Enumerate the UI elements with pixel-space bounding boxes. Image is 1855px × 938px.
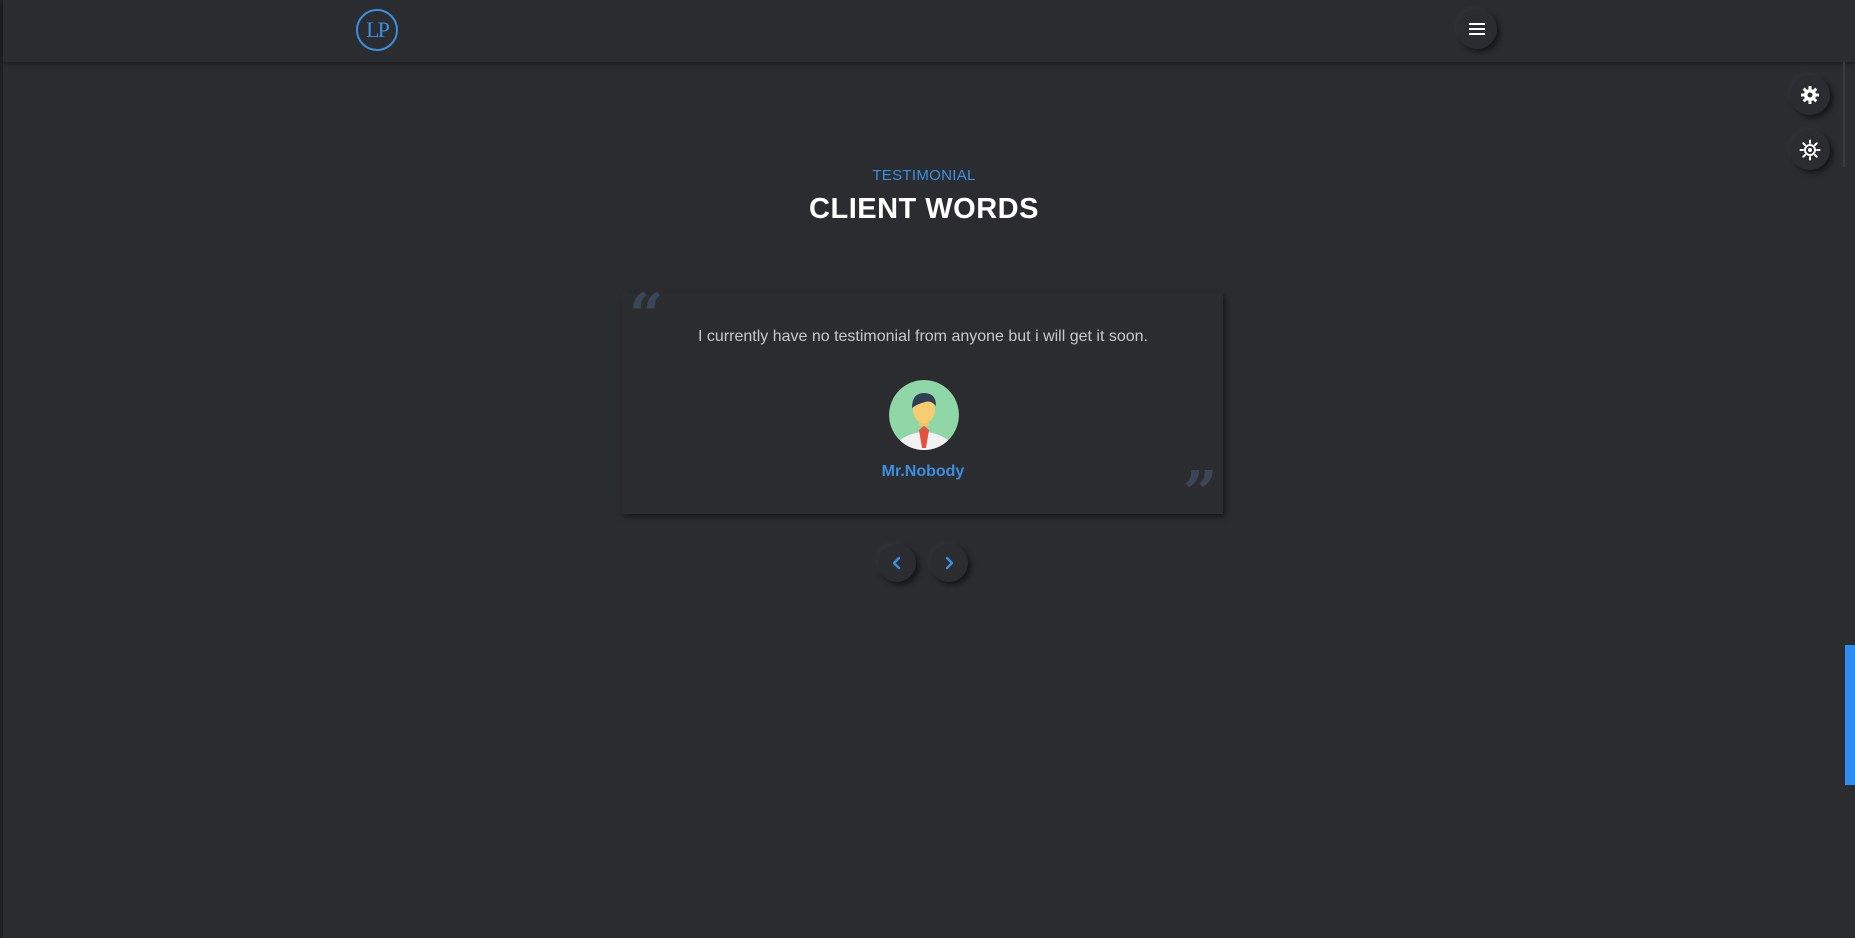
testimonial-card: “ I currently have no testimonial from a… (623, 286, 1223, 524)
client-name: Mr.Nobody (881, 463, 965, 480)
menu-button[interactable] (1457, 9, 1497, 49)
page-scroll-indicator[interactable] (1845, 645, 1855, 785)
client-avatar (889, 380, 959, 450)
chevron-right-icon (945, 556, 954, 570)
theme-toggle-button[interactable] (1790, 130, 1830, 170)
gear-icon (1801, 86, 1819, 104)
side-scroll-track (1843, 62, 1845, 167)
avatar-illustration (889, 380, 959, 450)
close-quote-icon: ” (1183, 459, 1218, 529)
hamburger-icon (1469, 23, 1485, 35)
previous-testimonial-button[interactable] (878, 544, 916, 582)
section-eyebrow: TESTIMONIAL (872, 167, 976, 184)
top-navbar: LP (3, 0, 1855, 62)
chevron-left-icon (892, 556, 901, 570)
next-testimonial-button[interactable] (930, 544, 968, 582)
site-logo[interactable]: LP (356, 9, 398, 51)
logo-text: LP (366, 17, 390, 42)
sun-icon (1799, 139, 1821, 161)
section-title: CLIENT WORDS (809, 193, 1039, 225)
testimonial-text: I currently have no testimonial from any… (698, 328, 1148, 345)
settings-button[interactable] (1790, 75, 1830, 115)
left-edge-strip (0, 0, 3, 938)
